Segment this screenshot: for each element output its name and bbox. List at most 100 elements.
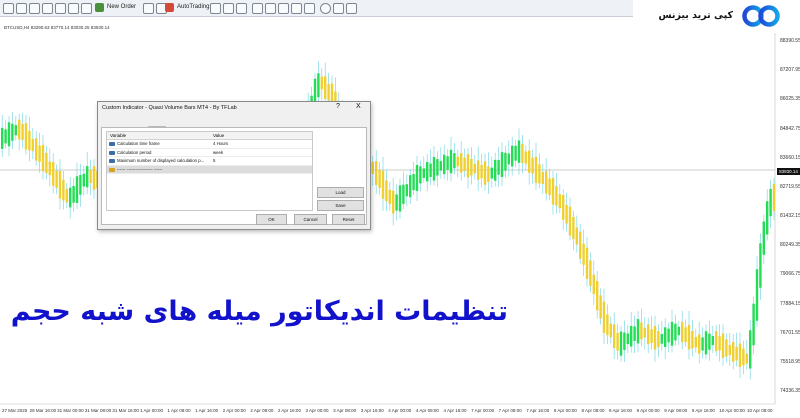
bear-bar bbox=[698, 334, 701, 354]
price-tick-label: 79066.75 bbox=[780, 271, 800, 278]
bull-bar bbox=[711, 336, 714, 346]
time-tick-label: 4 Apr 16:00 bbox=[443, 408, 467, 413]
bear-bar bbox=[589, 260, 592, 287]
bear-bar bbox=[392, 190, 395, 214]
price-tick-label: 88390.55 bbox=[780, 38, 800, 44]
bear-bar bbox=[541, 171, 544, 184]
bull-bar bbox=[405, 184, 408, 197]
bull-bar bbox=[426, 161, 429, 182]
bull-bar bbox=[514, 145, 517, 161]
table-row[interactable]: ------ ------------------ ------ bbox=[107, 165, 312, 174]
bear-bar bbox=[463, 157, 466, 172]
row-value[interactable]: week bbox=[213, 149, 223, 157]
price-tick-label: 75518.95 bbox=[780, 358, 800, 365]
time-tick-label: 10 Apr 08:00 bbox=[747, 408, 773, 413]
time-tick-label: 9 Apr 00:00 bbox=[636, 408, 660, 413]
bear-bar bbox=[480, 164, 483, 179]
bull-bar bbox=[749, 330, 752, 369]
bear-bar bbox=[687, 324, 691, 350]
bull-bar bbox=[494, 159, 497, 181]
bear-bar bbox=[375, 161, 378, 185]
table-row[interactable]: Maximum number of displayed calculation … bbox=[107, 157, 312, 166]
save-button[interactable]: Save bbox=[317, 200, 364, 211]
row-value[interactable]: 5 bbox=[213, 157, 215, 165]
time-tick-label: 3 Apr 00:00 bbox=[305, 408, 329, 413]
bear-bar bbox=[606, 314, 609, 336]
bull-bar bbox=[660, 334, 663, 344]
close-button[interactable]: X bbox=[356, 103, 361, 110]
bear-bar bbox=[378, 169, 381, 188]
parameter-icon bbox=[109, 159, 115, 163]
bull-bar bbox=[395, 194, 398, 211]
bear-bar bbox=[596, 281, 599, 311]
bear-bar bbox=[691, 330, 694, 349]
brand-badge: کپی ترید بیزنس bbox=[633, 0, 800, 33]
bear-bar bbox=[381, 170, 385, 199]
bear-bar bbox=[572, 216, 575, 240]
table-row[interactable]: Calculation time frame 4 Hours bbox=[107, 140, 312, 149]
bear-bar bbox=[728, 345, 731, 355]
bear-bar bbox=[681, 321, 684, 343]
bear-bar bbox=[92, 166, 96, 190]
time-tick-label: 7 Apr 08:00 bbox=[498, 408, 522, 413]
bear-bar bbox=[548, 178, 551, 196]
row-value[interactable]: 4 Hours bbox=[213, 140, 228, 148]
price-tick-label: 82719.55 bbox=[780, 183, 800, 190]
bear-bar bbox=[35, 138, 38, 161]
bull-bar bbox=[402, 184, 405, 204]
reset-button[interactable]: Reset bbox=[332, 214, 365, 225]
time-tick-label: 7 Apr 00:00 bbox=[471, 408, 495, 413]
time-tick-label: 31 Mar 16:00 bbox=[112, 408, 139, 413]
bear-bar bbox=[545, 171, 548, 194]
bull-bar bbox=[755, 269, 759, 321]
bull-bar bbox=[708, 333, 711, 350]
bear-bar bbox=[582, 243, 585, 265]
parameter-icon bbox=[109, 150, 115, 155]
bear-bar bbox=[599, 295, 602, 319]
bear-bar bbox=[28, 130, 31, 151]
time-tick-label: 27 Mar 2025 bbox=[2, 408, 28, 413]
time-tick-label: 8 Apr 16:00 bbox=[609, 408, 633, 413]
bull-bar bbox=[436, 159, 439, 176]
time-tick-label: 2 Apr 08:00 bbox=[250, 408, 274, 413]
bear-bar bbox=[745, 353, 748, 364]
help-button[interactable]: ? bbox=[336, 103, 340, 110]
bear-bar bbox=[742, 348, 745, 366]
bear-bar bbox=[657, 331, 660, 348]
bear-bar bbox=[45, 152, 48, 174]
time-tick-label: 1 Apr 00:00 bbox=[139, 408, 163, 413]
column-value: Value bbox=[213, 133, 225, 138]
column-variable: Variable bbox=[110, 133, 127, 138]
bull-bar bbox=[412, 174, 415, 191]
cancel-button[interactable]: Cancel bbox=[294, 214, 327, 225]
bull-bar bbox=[636, 319, 640, 344]
bear-bar bbox=[58, 171, 62, 199]
bear-bar bbox=[38, 145, 41, 162]
bull-bar bbox=[667, 328, 670, 343]
bull-bar bbox=[422, 168, 425, 178]
bull-bar bbox=[630, 325, 633, 347]
bull-bar bbox=[677, 326, 680, 336]
bear-bar bbox=[456, 156, 459, 167]
time-tick-label: 7 Apr 16:00 bbox=[526, 408, 550, 413]
bull-bar bbox=[504, 152, 507, 171]
table-row[interactable]: Calculation period week bbox=[107, 149, 312, 157]
bear-bar bbox=[575, 227, 578, 245]
bull-bar bbox=[704, 331, 708, 355]
brand-name: کپی ترید بیزنس bbox=[658, 10, 733, 21]
bear-bar bbox=[371, 161, 374, 174]
ok-button[interactable]: OK bbox=[256, 214, 287, 225]
bear-bar bbox=[558, 194, 561, 208]
bear-bar bbox=[55, 170, 58, 189]
row-variable: Calculation period bbox=[117, 149, 152, 155]
load-button[interactable]: Load bbox=[317, 187, 364, 198]
bull-bar bbox=[633, 326, 636, 341]
time-tick-label: 10 Apr 00:00 bbox=[719, 408, 745, 413]
time-tick-label: 8 Apr 00:00 bbox=[553, 408, 577, 413]
bull-bar bbox=[317, 73, 320, 98]
bear-bar bbox=[579, 231, 582, 259]
bull-bar bbox=[75, 176, 79, 203]
row-variable: Maximum number of displayed calculation … bbox=[117, 158, 205, 163]
price-tick-label: 83660.15 bbox=[780, 154, 800, 161]
price-tick-label: 86025.35 bbox=[780, 96, 800, 103]
